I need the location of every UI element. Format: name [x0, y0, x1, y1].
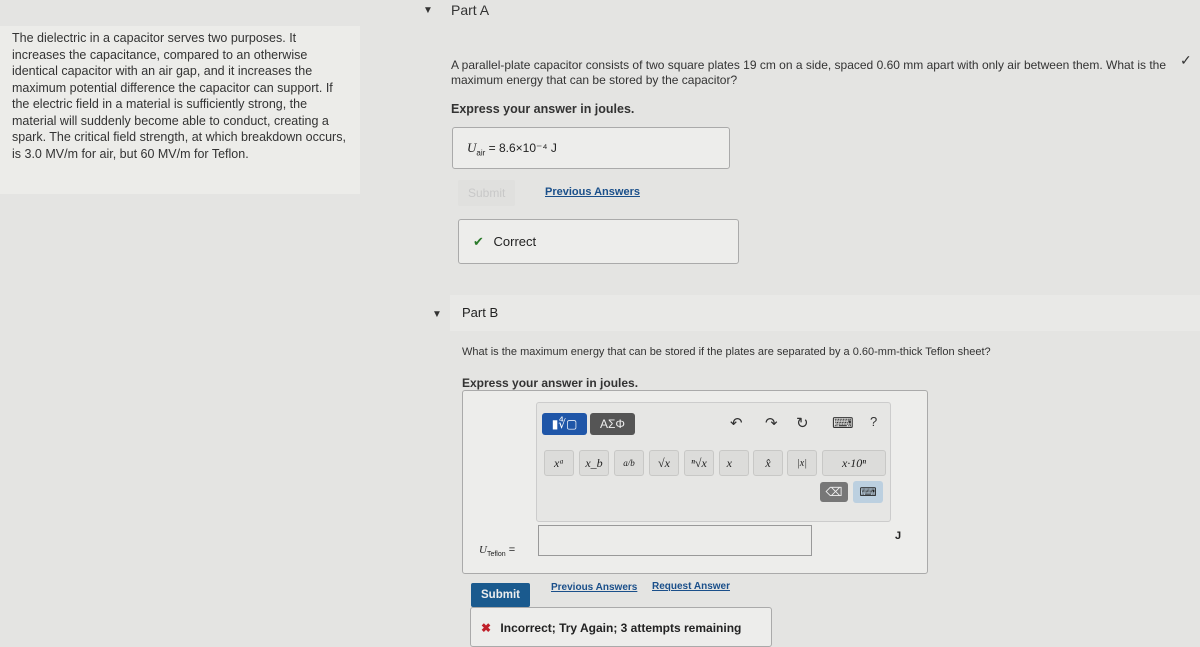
square-root-button[interactable]: √x [649, 450, 679, 476]
equals-sign: = [508, 544, 516, 556]
vector-button[interactable]: x⃗ [719, 450, 749, 476]
answer-subscript: air [476, 148, 486, 158]
nth-root-button[interactable]: ⁿ√x [684, 450, 714, 476]
answer-variable: U [467, 140, 477, 155]
scientific-notation-button[interactable]: x·10ⁿ [822, 450, 886, 476]
request-answer-link[interactable]: Request Answer [652, 581, 730, 592]
keyboard-icon[interactable]: ⌨ [832, 414, 854, 432]
part-a-answer: Uair = 8.6×10⁻⁴ J [452, 127, 730, 169]
part-a-instruction: Express your answer in joules. [451, 102, 635, 116]
reset-icon[interactable]: ↻ [796, 414, 809, 432]
fraction-button[interactable]: a/b [614, 450, 644, 476]
backspace-button[interactable]: ⌫ [820, 482, 848, 502]
part-b-answer-label: UTeflon = [479, 544, 515, 558]
part-a-submit-button[interactable]: Submit [458, 180, 516, 206]
problem-intro: The dielectric in a capacitor serves two… [0, 26, 360, 194]
part-a-previous-answers-link[interactable]: Previous Answers [545, 186, 640, 198]
help-icon[interactable]: ? [870, 414, 877, 429]
collapse-part-a-icon[interactable]: ▼ [423, 5, 433, 16]
part-b-header[interactable] [450, 295, 1200, 331]
part-a-title: Part A [451, 2, 490, 18]
answer-value: = 8.6×10⁻⁴ J [488, 141, 557, 155]
templates-button[interactable]: ▮∜▢ [542, 413, 587, 435]
unit-label: J [895, 530, 902, 542]
answer-input[interactable] [538, 525, 812, 556]
part-b-feedback: ✖ Incorrect; Try Again; 3 attempts remai… [470, 607, 772, 647]
part-b-instruction: Express your answer in joules. [462, 376, 639, 390]
absolute-value-button[interactable]: |x| [787, 450, 817, 476]
collapse-part-b-icon[interactable]: ▼ [432, 309, 442, 320]
answer-subscript: Teflon [486, 551, 506, 559]
previous-answers-link[interactable]: Previous Answers [551, 582, 637, 593]
redo-icon[interactable]: ↷ [765, 414, 778, 432]
part-a-feedback: ✔ Correct [458, 219, 739, 264]
unit-vector-button[interactable]: x̂ [753, 450, 783, 476]
correct-check-icon: ✔ [473, 234, 484, 249]
superscript-button[interactable]: xᵃ [544, 450, 574, 476]
undo-icon[interactable]: ↶ [730, 414, 743, 432]
feedback-text: Incorrect; Try Again; 3 attempts remaini… [500, 621, 742, 635]
part-b-title: Part B [462, 305, 499, 320]
greek-symbols-button[interactable]: ΑΣΦ [590, 413, 635, 435]
incorrect-x-icon: ✖ [481, 621, 492, 635]
part-a-question: A parallel-plate capacitor consists of t… [451, 58, 1167, 87]
answer-variable: U [479, 544, 487, 556]
submit-button[interactable]: Submit [471, 583, 530, 607]
keyboard-toggle-button[interactable]: ⌨ [853, 481, 883, 503]
subscript-button[interactable]: x_b [579, 450, 609, 476]
part-b-question: What is the maximum energy that can be s… [462, 346, 991, 358]
feedback-text: Correct [493, 234, 537, 249]
